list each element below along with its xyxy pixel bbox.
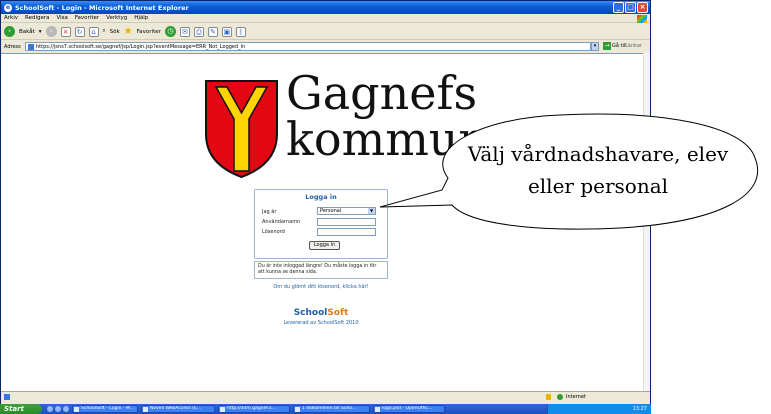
- schoolsoft-logo-school: School: [293, 308, 328, 318]
- quick-launch-icon[interactable]: [63, 406, 69, 412]
- address-input[interactable]: https://jsns7.schoolsoft.se/gagnef/jsp/L…: [25, 42, 591, 51]
- taskbar-button[interactable]: 1 Välkommen till Scho...: [293, 405, 370, 413]
- address-url[interactable]: https://jsns7.schoolsoft.se/gagnef/jsp/L…: [36, 44, 245, 50]
- history-icon[interactable]: ◷: [164, 26, 176, 37]
- address-label: Adress: [4, 43, 21, 50]
- ie-icon: e: [4, 3, 12, 12]
- refresh-icon[interactable]: ↻: [74, 26, 85, 37]
- page-status-icon: [4, 394, 10, 400]
- schoolsoft-credit: Levererad av SchoolSoft 2010: [283, 320, 359, 326]
- clock: 13:27: [632, 406, 647, 412]
- taskbar-button[interactable]: logo.psd - OpenOffic...: [373, 405, 445, 413]
- search-icon[interactable]: ⌕: [103, 28, 106, 35]
- lock-icon: [546, 394, 551, 400]
- username-input[interactable]: [317, 218, 376, 226]
- close-button[interactable]: ×: [637, 2, 648, 13]
- start-button[interactable]: Start: [0, 404, 42, 414]
- links-label[interactable]: Länkar: [625, 43, 642, 49]
- forward-arrow-icon[interactable]: ›: [45, 26, 57, 37]
- address-bar: Adress https://jsns7.schoolsoft.se/gagne…: [1, 41, 650, 52]
- window-title: SchoolSoft - Login - Microsoft Internet …: [15, 3, 189, 12]
- gagnef-shield-logo: [205, 80, 278, 179]
- stop-icon[interactable]: ×: [60, 26, 71, 37]
- password-label: Lösenord: [262, 229, 285, 235]
- edit-icon[interactable]: ✎: [207, 26, 218, 37]
- print-icon[interactable]: ⎙: [193, 26, 204, 37]
- schoolsoft-logo: SchoolSoft: [254, 308, 388, 318]
- menu-arkiv[interactable]: Arkiv: [4, 15, 18, 21]
- page-icon: [28, 43, 34, 50]
- internet-zone-icon: [557, 394, 563, 400]
- browser-window: e SchoolSoft - Login - Microsoft Interne…: [0, 0, 651, 405]
- taskbar: Start SchoolSoft - Login - M... Novell W…: [0, 404, 651, 414]
- callout-line-2: eller personal: [527, 174, 669, 198]
- go-button[interactable]: → Gå till: [603, 42, 627, 50]
- home-icon[interactable]: ⌂: [88, 26, 99, 37]
- go-arrow-icon[interactable]: →: [603, 42, 611, 50]
- login-button[interactable]: Logga in: [309, 241, 340, 250]
- forgot-password-link[interactable]: Om du glömt ditt lösenord, klicka här!: [254, 284, 388, 290]
- callout-line-1: Välj vårdnadshavare, elev: [467, 142, 729, 166]
- chevron-down-icon[interactable]: ▼: [368, 208, 375, 214]
- taskbar-button[interactable]: Novell WebAccess (E...: [141, 405, 215, 413]
- menu-favoriter[interactable]: Favoriter: [75, 15, 99, 21]
- login-title: Logga in: [305, 193, 337, 201]
- menu-verktyg[interactable]: Verktyg: [106, 15, 127, 21]
- windows-logo-icon: [637, 15, 647, 23]
- menu-bar: Arkiv Redigera Visa Favoriter Verktyg Hj…: [1, 14, 650, 23]
- role-select-value[interactable]: Personal: [320, 208, 341, 214]
- menu-hjalp[interactable]: Hjälp: [134, 15, 148, 21]
- quick-launch: [47, 406, 69, 412]
- menu-visa[interactable]: Visa: [56, 15, 67, 21]
- bluetooth-icon[interactable]: ᛒ: [235, 26, 246, 37]
- minimize-button[interactable]: _: [613, 2, 624, 13]
- search-button-label[interactable]: Sök: [110, 29, 120, 35]
- system-tray: 13:27: [547, 404, 651, 414]
- window-controls: _ □ ×: [613, 2, 648, 13]
- schoolsoft-logo-soft: Soft: [327, 308, 349, 318]
- title-bar: e SchoolSoft - Login - Microsoft Interne…: [1, 1, 650, 14]
- callout-text: Välj vårdnadshavare, elev eller personal: [428, 138, 768, 202]
- role-select[interactable]: Personal ▼: [317, 207, 376, 215]
- back-dropdown-icon[interactable]: ▾: [39, 29, 42, 35]
- password-input[interactable]: [317, 228, 376, 236]
- back-arrow-icon[interactable]: ‹: [4, 26, 15, 37]
- mail-icon[interactable]: ✉: [179, 26, 190, 37]
- quick-launch-icon[interactable]: [47, 406, 53, 412]
- toolbar: ‹ Bakåt ▾ › × ↻ ⌂ ⌕ Sök ★ Favoriter ◷ ✉ …: [1, 24, 650, 40]
- favorites-star-icon[interactable]: ★: [124, 26, 133, 37]
- quick-launch-icon[interactable]: [55, 406, 61, 412]
- role-label: Jag är: [262, 209, 277, 215]
- zone-label: Internet: [566, 394, 586, 400]
- menu-redigera[interactable]: Redigera: [25, 15, 49, 21]
- discuss-icon[interactable]: ▣: [221, 26, 232, 37]
- favorites-button-label[interactable]: Favoriter: [137, 29, 161, 35]
- vertical-scrollbar[interactable]: [643, 53, 650, 391]
- page-content: Gagnefs kommun Logga in Jag är Personal …: [1, 53, 643, 391]
- taskbar-button[interactable]: SchoolSoft - Login - M...: [72, 405, 138, 413]
- not-logged-in-message: Du är inte inloggad längre! Du måste log…: [254, 261, 388, 279]
- back-button-label[interactable]: Bakåt: [19, 29, 35, 35]
- maximize-button[interactable]: □: [625, 2, 636, 13]
- taskbar-button[interactable]: http://adm.gagnef.s...: [218, 405, 290, 413]
- status-bar: Internet: [1, 391, 650, 401]
- login-form: Logga in Jag är Personal ▼ Användarnamn …: [254, 189, 388, 259]
- address-dropdown-button[interactable]: ▾: [591, 42, 599, 51]
- username-label: Användarnamn: [262, 219, 301, 225]
